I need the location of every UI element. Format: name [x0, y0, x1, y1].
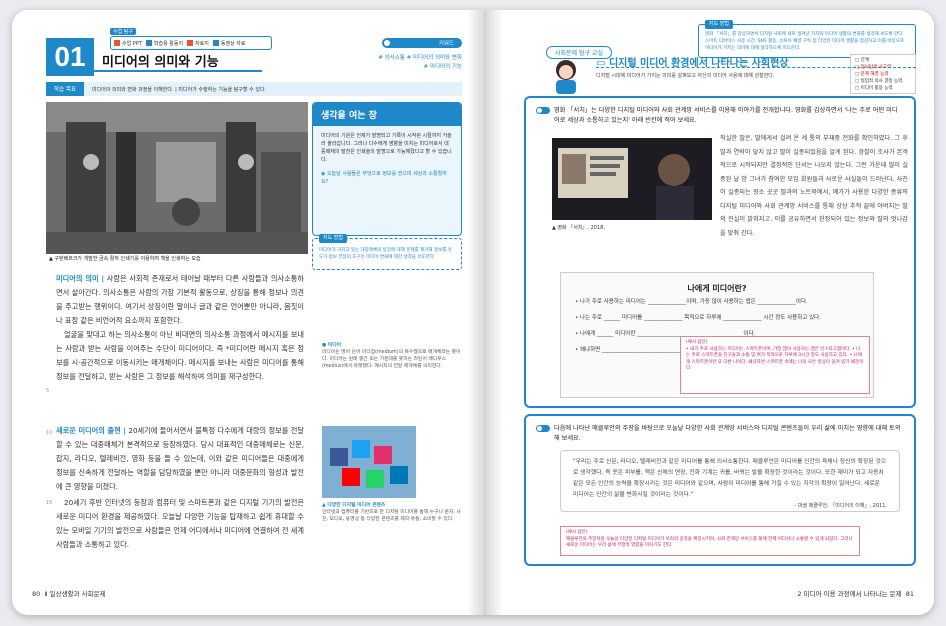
page-number-left: 80	[32, 590, 41, 598]
worksheet-icon	[145, 40, 152, 46]
photo-caption: ▲ 구텐베르크가 개발한 금속 활자 인쇄기를 이용하여 책을 인쇄하는 모습	[46, 254, 308, 264]
form-line-1[interactable]: • 나가 주로 사용하는 미디어는 ______________이며, 가장 많…	[561, 294, 873, 310]
movie-scene-illustration	[552, 138, 712, 220]
keyword-dot-icon	[384, 40, 390, 46]
sns-cubes-illustration	[322, 426, 416, 498]
guide-text: 미디어가 가지고 있는 대중매체의 등장에 대해 문제를 제기해 정보를 유도가…	[319, 248, 452, 260]
monitor-icon: ▭	[596, 58, 609, 69]
paragraph-digital-media: 20세기 후반 인터넷의 등장과 컴퓨터 및 스마트폰과 같은 디지털 기기의 …	[56, 498, 304, 549]
video-caption: ▲ 영화 「서치」, 2018.	[552, 225, 605, 231]
right-footer-text: 2 미디어 이용 과정에서 나타나는 문제	[797, 590, 902, 598]
question-1: 영화 「서치」는 다양한 디지털 미디어와 사회 관계망 서비스를 이용해 이야…	[526, 98, 914, 126]
para-heading: 미디어의 의미 |	[56, 274, 105, 283]
answer-text-1: • 내가 주로 사용하는 미디어는 스마트폰이며, 가장 많이 사용하는 앱은 …	[686, 346, 864, 372]
sns-caption-block: ▲ 다양한 디지털 미디어 콘텐츠 인터넷과 컴퓨터를 기반으로 한 디지털 미…	[322, 502, 462, 523]
quote-text: "우리는 주로 신문, 라디오, 텔레비전과 같은 미디어를 통해 의사소통한다…	[573, 459, 887, 498]
learning-goal: 학습 목표 미디어의 의미와 변화 과정을 이해한다. | 미디어가 수행하는 …	[46, 82, 462, 96]
think-window: 생각을 여는 창 미디어의 기원은 언제가 발명되고 기록이 시작된 시절까지 …	[312, 102, 462, 236]
tag-worksheet[interactable]: 학습용 활동지	[145, 40, 183, 47]
tag-ppt[interactable]: 수업 PPT	[114, 40, 142, 47]
engraving-illustration	[46, 102, 308, 254]
tag-header: 수업 탐구	[110, 28, 136, 35]
mcluhan-quote: "우리는 주로 신문, 라디오, 텔레비전과 같은 미디어를 통해 의사소통한다…	[560, 450, 900, 512]
think-question: ◉ 오늘날 사람들은 무엇으로 정보를 얻으며 세상과 소통할까요?	[321, 171, 447, 185]
sns-icons-photo	[322, 426, 416, 498]
think-body: 미디어의 기원은 언제가 발명되고 기록이 시작된 시절까지 거슬러 올라갑니다…	[321, 133, 452, 163]
answer-box-2: (예시 답안) 매클루언의 주장처럼 오늘날 다양한 디지털 미디어가 우리의 …	[560, 526, 860, 556]
para-heading: 새로운 미디어의 출현 |	[56, 426, 126, 435]
line-number: 15	[46, 500, 53, 506]
paragraph-new-media: 새로운 미디어의 출현 | 20세기에 들어서면서 불특정 다수에게 대량의 정…	[56, 426, 304, 491]
toggle-icon	[536, 107, 550, 114]
line-number: 10	[46, 430, 53, 436]
answer-text-2: 매클루언의 주장처럼 오늘날 다양한 디지털 미디어가 우리의 감각을 확장시키…	[566, 536, 853, 549]
think-title: 생각을 여는 창	[313, 103, 461, 126]
inquiry-subtitle: 디지털 시대에 미디어가 가지는 의미를 살펴보고 자신의 미디어 사용에 대해…	[596, 73, 775, 79]
question-2: 다음에 나타난 매클루언의 주장을 바탕으로 오늘날 다양한 사회 관계망 서비…	[526, 416, 914, 444]
paragraph-media-meaning: 미디어의 의미 | 사람은 사회적 존재로서 태어날 때부터 다른 사람들과 의…	[56, 274, 304, 325]
goal-label: 학습 목표	[46, 82, 84, 96]
form-title: 나에게 미디어란?	[687, 284, 747, 293]
textbook-spread: 수업 탐구 수업 PPT 학습용 활동지 자료지 동영상 자료 키워드 01 미…	[12, 10, 934, 615]
side-note: ● 미디어 미디어는 영어 단어 미디엄(medium)의 복수형으로 매개체라…	[322, 343, 461, 369]
sns-note: 인터넷과 컴퓨터를 기반으로 한 디지털 미디어를 통해 누구나 문자, 사진,…	[322, 510, 461, 522]
section-number: 01	[46, 38, 94, 76]
line-number: 5	[46, 388, 50, 394]
left-footer: 80 Ⅱ 일상생활과 사회문제	[32, 588, 106, 598]
answer-box-1: (예시 답안) • 내가 주로 사용하는 미디어는 스마트폰이며, 가장 많이 …	[680, 336, 870, 394]
toggle-icon	[536, 425, 550, 432]
student-illustration	[544, 56, 588, 94]
ppt-icon	[114, 40, 120, 46]
movie-story: 착실한 딸은, 딸에게서 걸려 온 세 통의 부재중 전화를 확인하였다. 그 …	[720, 135, 908, 237]
form-line-2[interactable]: • 나는 주로 ______ 미디어를 ______________ 목적으로 …	[561, 310, 873, 326]
book-gutter	[467, 10, 503, 615]
guide-text-right: 영화 「서치」를 감상하면서 디지털 사회에 새로 생겨난 가치와 미디어 생활…	[705, 32, 904, 51]
tag-video[interactable]: 동영상 자료	[212, 40, 245, 47]
movie-still[interactable]	[552, 138, 712, 220]
guide-box-left: 지도 방법 미디어가 가지고 있는 대중매체의 등장에 대해 문제를 제기해 정…	[312, 234, 462, 270]
pdf-icon	[187, 40, 194, 46]
section-title: 미디어의 의미와 기능	[94, 50, 262, 72]
sns-caption: ▲ 다양한 디지털 미디어 콘텐츠	[322, 503, 386, 508]
video-icon	[212, 40, 219, 46]
keyword-pill: 키워드	[382, 38, 462, 48]
resource-tags: 수업 PPT 학습용 활동지 자료지 동영상 자료	[110, 36, 272, 50]
guide-box-right: 지도 방법 영화 「서치」를 감상하면서 디지털 사회에 새로 생겨난 가치와 …	[698, 20, 916, 58]
guide-label-right: 지도 방법	[705, 20, 733, 29]
goal-text: 미디어의 의미와 변화 과정을 이해한다. | 미디어가 수행하는 기능을 탐구…	[92, 86, 267, 93]
quote-source: - 마셜 매클루언, 「미디어의 이해」, 2011.	[794, 503, 887, 509]
left-footer-text: Ⅱ 일상생활과 사회문제	[44, 590, 106, 598]
page-number-right: 81	[905, 590, 914, 598]
inquiry-title: ▭ 디지털 미디어 환경에서 나타나는 사회현상	[596, 54, 916, 69]
keywords: # 의사소통 # 미디어의 의미와 변화 # 미디어의 기능	[378, 55, 462, 70]
tag-pdf[interactable]: 자료지	[187, 40, 209, 47]
guide-label: 지도 방법	[319, 234, 347, 243]
right-footer: 2 미디어 이용 과정에서 나타나는 문제 81	[797, 588, 914, 598]
girl-icon	[556, 60, 576, 94]
paragraph-media-definition: 얼굴을 맞대고 하는 의사소통이 아닌 비대면의 의사소통 과정에서 메시지를 …	[56, 330, 304, 381]
printing-press-photo: ▲ 구텐베르크가 개발한 금속 활자 인쇄기를 이용하여 책을 인쇄하는 모습	[46, 102, 308, 264]
